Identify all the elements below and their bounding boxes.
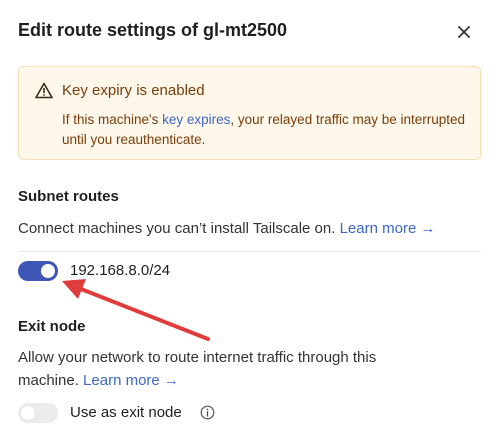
subnet-routes-title: Subnet routes [18, 188, 119, 205]
exit-node-description-text: Allow your network to route internet tra… [18, 349, 377, 389]
subnet-routes-learn-more-link[interactable]: Learn more → [340, 220, 436, 237]
toggle-knob [41, 264, 55, 278]
alert-title: Key expiry is enabled [62, 82, 205, 99]
exit-node-description: Allow your network to route internet tra… [18, 346, 438, 392]
alert-body: If this machine's key expires, your rela… [62, 110, 467, 150]
exit-node-toggle[interactable] [18, 403, 58, 423]
key-expiry-alert: Key expiry is enabled If this machine's … [18, 66, 481, 160]
dialog-title: Edit route settings of gl-mt2500 [18, 20, 288, 40]
subnet-route-label: 192.168.8.0/24 [70, 262, 171, 279]
warning-icon [35, 82, 53, 99]
exit-node-learn-more-link[interactable]: Learn more → [83, 372, 179, 389]
divider [18, 251, 481, 252]
exit-node-title: Exit node [18, 318, 86, 335]
key-expires-link[interactable]: key expires [162, 112, 230, 127]
close-icon [458, 26, 470, 38]
exit-node-toggle-label: Use as exit node [70, 404, 182, 421]
subnet-route-toggle[interactable] [18, 261, 58, 281]
alert-body-text-before: If this machine's [62, 112, 163, 127]
subnet-routes-description: Connect machines you can’t install Tails… [18, 217, 435, 240]
subnet-routes-description-text: Connect machines you can’t install Tails… [18, 220, 336, 237]
toggle-knob [21, 406, 35, 420]
route-settings-dialog: Edit route settings of gl-mt2500 Key exp… [0, 0, 499, 440]
info-icon[interactable] [200, 405, 215, 420]
close-button[interactable] [456, 24, 472, 40]
